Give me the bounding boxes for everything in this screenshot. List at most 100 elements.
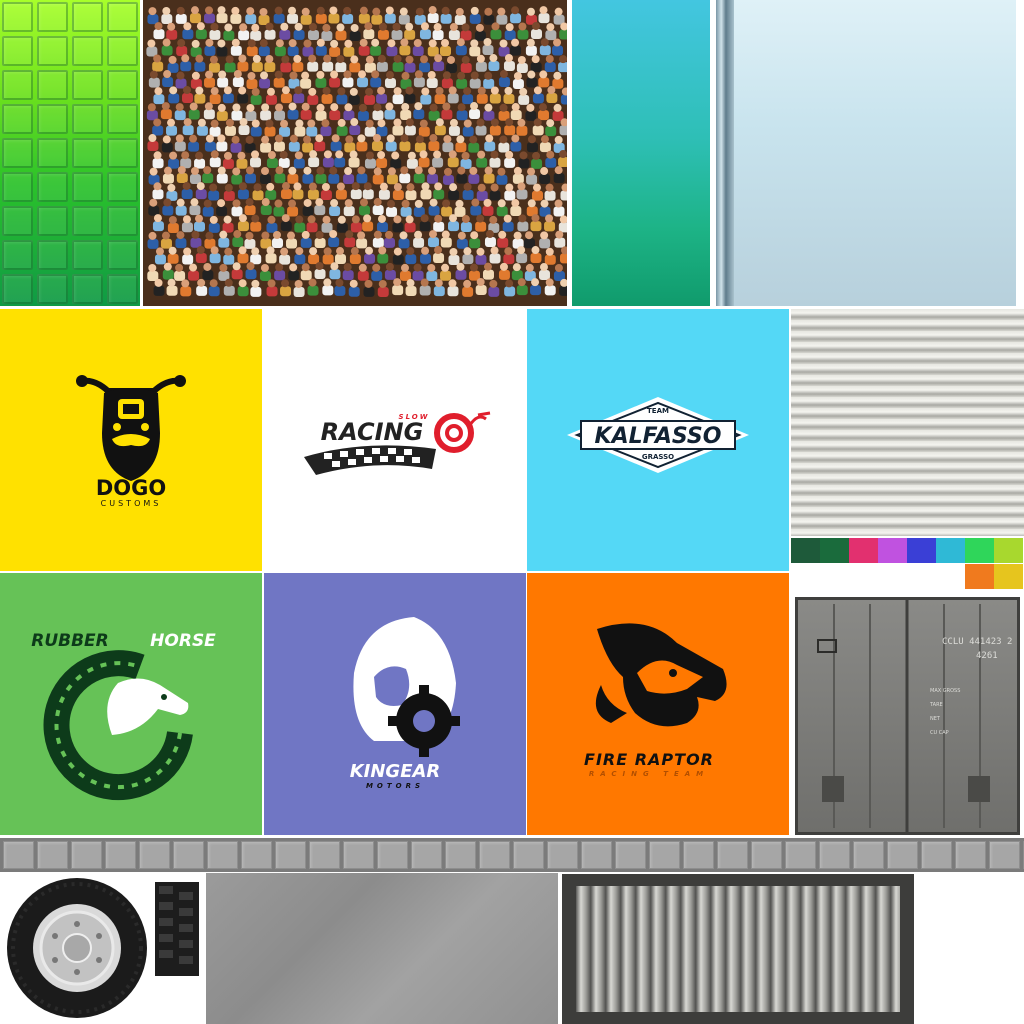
- spectator-body: [245, 110, 257, 121]
- spectator-head: [499, 135, 508, 144]
- spectator-head: [209, 215, 218, 224]
- spectator-body: [280, 93, 292, 104]
- spectator-head: [484, 103, 493, 112]
- spectator-body: [356, 173, 368, 184]
- spectator-head: [365, 246, 374, 255]
- spectator-head: [511, 103, 520, 112]
- grid-cell: [2, 240, 33, 270]
- spectator-body: [180, 61, 192, 72]
- spectator-head: [559, 150, 567, 159]
- brick-tile: [615, 841, 646, 869]
- spectator-head: [443, 167, 452, 176]
- spectator-body: [232, 77, 244, 88]
- spectator-head: [461, 23, 470, 32]
- spectator-head: [169, 86, 178, 95]
- spectator-head: [148, 7, 157, 16]
- spectator-head: [400, 166, 409, 175]
- spectator-body: [516, 62, 528, 73]
- spectator-head: [461, 215, 470, 224]
- spectator-head: [554, 263, 563, 272]
- spectator-head: [378, 279, 387, 288]
- spectator-body: [503, 254, 515, 265]
- spectator-head: [231, 38, 240, 47]
- spectator-head: [147, 103, 156, 112]
- spectator-head: [517, 246, 526, 255]
- spectator-head: [289, 134, 298, 143]
- spectator-head: [419, 119, 428, 128]
- spectator-head: [358, 70, 367, 79]
- spectator-head: [287, 231, 296, 240]
- spectator-body: [462, 94, 474, 105]
- spectator-body: [265, 94, 277, 105]
- spectator-head: [405, 22, 414, 31]
- spectator-body: [342, 270, 354, 281]
- spectator-body: [230, 45, 242, 56]
- spectator-body: [510, 45, 522, 56]
- spectator-head: [365, 55, 374, 64]
- spectator-head: [559, 55, 567, 64]
- spectator-head: [499, 39, 508, 48]
- spectator-body: [489, 125, 501, 136]
- spectator-head: [393, 247, 402, 256]
- spectator-body: [287, 109, 299, 120]
- spectator-body: [335, 254, 347, 265]
- spectator-body: [182, 254, 194, 265]
- spectator-head: [239, 23, 248, 32]
- spectator-head: [393, 182, 402, 191]
- spectator-head: [316, 70, 325, 79]
- spectator-head: [217, 166, 226, 175]
- color-swatch: [994, 538, 1023, 563]
- brick-tile: [649, 841, 680, 869]
- spectator-body: [516, 125, 528, 136]
- spectator-body: [460, 222, 472, 233]
- color-swatches: [791, 538, 1024, 590]
- spectator-head: [245, 135, 254, 144]
- spectator-body: [264, 126, 276, 137]
- spectator-body: [152, 189, 164, 200]
- spectator-body: [484, 141, 496, 152]
- spectator-head: [167, 183, 176, 192]
- spectator-head: [429, 230, 438, 239]
- spectator-head: [553, 38, 562, 47]
- spectator-head: [413, 263, 422, 272]
- grid-cell: [72, 240, 103, 270]
- spectator-body: [181, 222, 193, 233]
- spectator-head: [415, 7, 424, 16]
- spectator-body: [174, 110, 186, 121]
- spectator-body: [553, 206, 565, 217]
- spectator-head: [386, 134, 395, 143]
- spectator-head: [190, 198, 199, 207]
- spectator-head: [337, 215, 346, 224]
- spectator-head: [393, 54, 402, 63]
- spectator-body: [167, 253, 179, 264]
- spectator-body: [174, 141, 186, 152]
- spectator-body: [448, 221, 460, 232]
- spectator-head: [517, 278, 526, 287]
- spectator-head: [504, 86, 513, 95]
- spectator-head: [441, 6, 450, 15]
- spectator-head: [357, 166, 366, 175]
- spectator-head: [183, 247, 192, 256]
- spectator-body: [413, 237, 425, 248]
- spectator-body: [413, 173, 425, 184]
- spectator-head: [490, 118, 499, 127]
- spectator-body: [399, 141, 411, 152]
- spectator-body: [343, 46, 355, 57]
- spectator-head: [308, 22, 317, 31]
- spectator-head: [372, 263, 381, 272]
- color-swatch: [936, 538, 965, 563]
- spectator-body: [273, 77, 285, 88]
- spectator-body: [265, 253, 277, 264]
- spectator-head: [335, 150, 344, 159]
- spectator-head: [471, 198, 480, 207]
- spectator-body: [531, 190, 543, 201]
- spectator-head: [147, 39, 156, 48]
- spectator-head: [281, 279, 290, 288]
- spectator-body: [553, 173, 565, 184]
- spectator-head: [365, 151, 374, 160]
- spectator-head: [373, 103, 382, 112]
- spectator-body: [371, 141, 383, 152]
- grid-cell: [2, 36, 33, 66]
- spectator-head: [294, 22, 303, 31]
- spectator-body: [322, 157, 334, 168]
